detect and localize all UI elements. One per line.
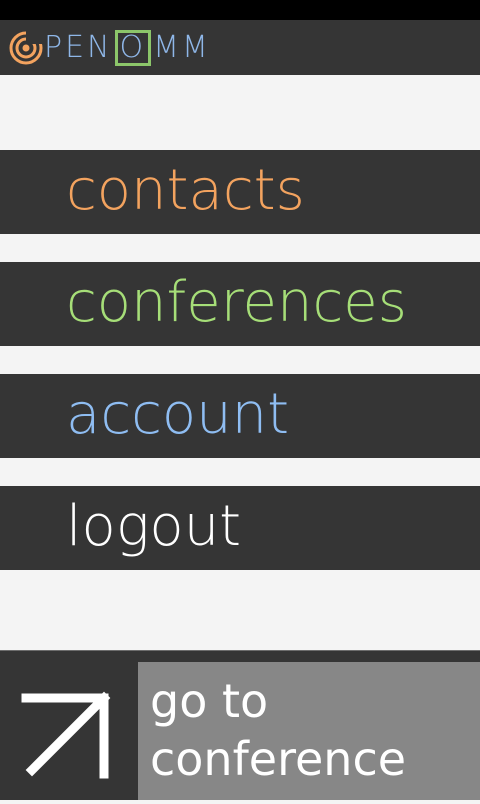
conference-line: conference	[150, 732, 407, 786]
status-bar	[0, 0, 480, 20]
menu-item-contacts[interactable]: contacts	[0, 150, 480, 234]
bottom-bar: go to conference	[0, 662, 480, 800]
app-header: PEN O MM	[0, 20, 480, 75]
menu-item-account[interactable]: account	[0, 374, 480, 458]
go-to-line: go to	[150, 674, 269, 728]
go-to-conference-label: go to conference	[150, 672, 406, 788]
menu-item-label: contacts	[66, 158, 305, 223]
menu-item-conferences[interactable]: conferences	[0, 262, 480, 346]
arrow-up-right-icon	[21, 691, 111, 779]
menu-item-logout[interactable]: logout	[0, 486, 480, 570]
spiral-logo-icon	[9, 30, 44, 65]
openomm-logo: PEN O MM	[8, 28, 211, 68]
logo-text-boxed: O	[114, 30, 152, 66]
menu-item-label: conferences	[66, 270, 407, 335]
logo-text-part2: MM	[153, 30, 211, 65]
bottom-divider	[0, 650, 480, 662]
go-to-conference-icon-button[interactable]	[0, 662, 138, 800]
logo-text-part1: PEN	[44, 30, 113, 65]
menu-item-label: logout	[66, 494, 242, 559]
go-to-conference-button[interactable]: go to conference	[138, 662, 480, 800]
menu-item-label: account	[66, 382, 290, 447]
